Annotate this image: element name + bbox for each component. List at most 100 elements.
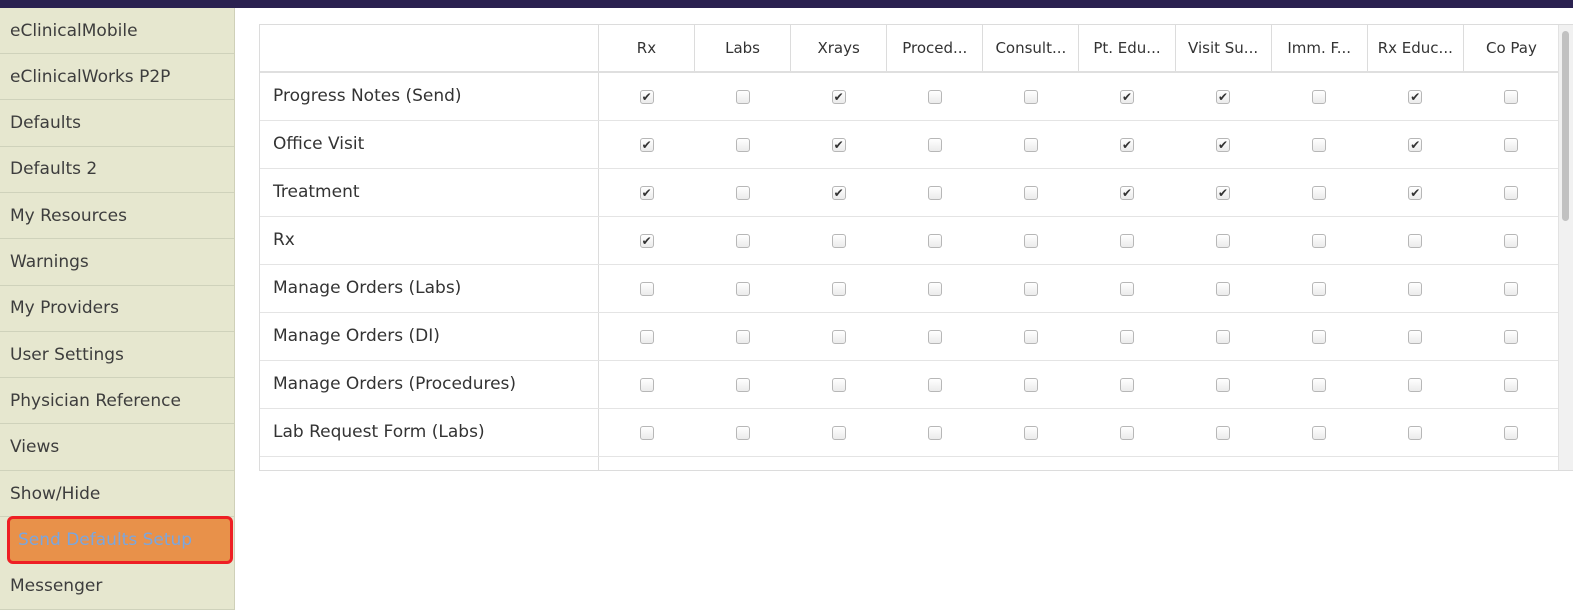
send-checkbox[interactable] <box>1408 426 1423 440</box>
send-checkbox[interactable] <box>1504 234 1519 248</box>
send-checkbox[interactable] <box>1023 330 1038 344</box>
send-checkbox[interactable] <box>1216 330 1231 344</box>
send-checkbox[interactable] <box>1504 426 1519 440</box>
send-checkbox[interactable] <box>1023 234 1038 248</box>
sidebar-item-user-settings[interactable]: User Settings <box>0 332 234 379</box>
send-checkbox[interactable]: ✔ <box>1119 90 1134 105</box>
send-checkbox[interactable] <box>1312 282 1327 296</box>
send-checkbox[interactable] <box>735 378 750 392</box>
send-checkbox[interactable] <box>1312 138 1327 152</box>
column-header[interactable]: Rx Educ... <box>1367 25 1464 73</box>
send-checkbox[interactable] <box>1408 330 1423 344</box>
sidebar-item-show-hide[interactable]: Show/Hide <box>0 471 234 517</box>
send-checkbox[interactable] <box>831 426 846 440</box>
send-checkbox[interactable] <box>1312 186 1327 200</box>
send-checkbox[interactable] <box>1119 378 1134 392</box>
send-checkbox[interactable]: ✔ <box>1408 138 1423 152</box>
send-checkbox[interactable] <box>639 378 654 392</box>
send-checkbox[interactable] <box>831 330 846 344</box>
send-checkbox[interactable] <box>1504 138 1519 152</box>
sidebar-item-physician-reference[interactable]: Physician Reference <box>0 378 234 425</box>
send-checkbox[interactable] <box>1216 378 1231 392</box>
send-checkbox[interactable] <box>735 282 750 296</box>
send-checkbox[interactable] <box>1504 282 1519 296</box>
send-checkbox[interactable] <box>927 330 942 344</box>
send-checkbox[interactable] <box>1504 330 1519 344</box>
sidebar-item-eclinicalmobile[interactable]: eClinicalMobile <box>0 8 234 54</box>
send-checkbox[interactable]: ✔ <box>639 186 654 200</box>
send-checkbox[interactable]: ✔ <box>1216 186 1231 200</box>
send-checkbox[interactable]: ✔ <box>1216 90 1231 105</box>
send-checkbox[interactable] <box>639 282 654 296</box>
column-header[interactable]: Pt. Edu... <box>1078 25 1176 73</box>
sidebar-item-eclinicalworks-p2p[interactable]: eClinicalWorks P2P <box>0 54 234 101</box>
send-checkbox[interactable] <box>927 90 942 105</box>
send-checkbox[interactable] <box>1023 186 1038 200</box>
vertical-scrollbar[interactable] <box>1558 25 1573 470</box>
column-header[interactable]: Xrays <box>790 25 888 73</box>
send-checkbox[interactable] <box>1312 426 1327 440</box>
column-header[interactable]: Co Pay <box>1463 25 1561 73</box>
send-checkbox[interactable] <box>831 378 846 392</box>
column-header[interactable]: Visit Su... <box>1175 25 1272 73</box>
send-checkbox[interactable] <box>927 186 942 200</box>
send-checkbox[interactable]: ✔ <box>1408 90 1423 105</box>
send-checkbox[interactable] <box>1023 378 1038 392</box>
send-checkbox[interactable] <box>1119 282 1134 296</box>
sidebar-item-my-resources[interactable]: My Resources <box>0 193 234 240</box>
send-checkbox[interactable]: ✔ <box>831 90 846 105</box>
send-checkbox[interactable]: ✔ <box>639 90 654 105</box>
send-checkbox[interactable] <box>1216 234 1231 248</box>
send-checkbox[interactable]: ✔ <box>1119 186 1134 200</box>
send-checkbox[interactable] <box>1312 378 1327 392</box>
send-checkbox[interactable] <box>1119 330 1134 344</box>
send-checkbox[interactable] <box>735 138 750 152</box>
send-checkbox[interactable]: ✔ <box>1119 138 1134 152</box>
send-checkbox[interactable] <box>927 234 942 248</box>
send-checkbox[interactable] <box>735 186 750 200</box>
scrollbar-thumb[interactable] <box>1562 31 1569 221</box>
sidebar-item-messenger[interactable]: Messenger <box>0 564 234 610</box>
send-checkbox[interactable] <box>831 234 846 248</box>
send-checkbox[interactable] <box>1023 282 1038 296</box>
send-checkbox[interactable] <box>1023 138 1038 152</box>
sidebar-item-defaults[interactable]: Defaults <box>0 101 234 147</box>
sidebar-item-warnings[interactable]: Warnings <box>0 240 234 286</box>
send-checkbox[interactable] <box>1119 234 1134 248</box>
send-checkbox[interactable] <box>831 282 846 296</box>
send-checkbox[interactable] <box>1408 234 1423 248</box>
send-checkbox[interactable] <box>639 330 654 344</box>
send-checkbox[interactable] <box>1312 234 1327 248</box>
send-checkbox[interactable] <box>927 138 942 152</box>
send-checkbox[interactable] <box>1023 90 1038 105</box>
column-header[interactable]: Imm. F... <box>1271 25 1368 73</box>
send-checkbox[interactable] <box>1504 90 1519 105</box>
column-header[interactable]: Labs <box>694 25 792 73</box>
send-checkbox[interactable]: ✔ <box>831 186 846 200</box>
send-checkbox[interactable] <box>1119 426 1134 440</box>
send-checkbox[interactable]: ✔ <box>831 138 846 152</box>
send-checkbox[interactable] <box>1216 282 1231 296</box>
send-checkbox[interactable]: ✔ <box>1408 186 1423 200</box>
send-checkbox[interactable] <box>735 90 750 105</box>
send-checkbox[interactable] <box>735 234 750 248</box>
send-checkbox[interactable] <box>1504 378 1519 392</box>
send-checkbox[interactable] <box>927 282 942 296</box>
send-checkbox[interactable] <box>1312 90 1327 105</box>
send-checkbox[interactable] <box>639 426 654 440</box>
send-checkbox[interactable] <box>1408 378 1423 392</box>
send-checkbox[interactable] <box>1216 426 1231 440</box>
sidebar-item-views[interactable]: Views <box>0 425 234 471</box>
column-header[interactable]: Consult... <box>982 25 1080 73</box>
send-checkbox[interactable]: ✔ <box>1216 138 1231 152</box>
send-checkbox[interactable] <box>1023 426 1038 440</box>
column-header[interactable]: Proced... <box>886 25 984 73</box>
send-checkbox[interactable] <box>927 426 942 440</box>
sidebar-item-my-providers[interactable]: My Providers <box>0 286 234 332</box>
send-checkbox[interactable] <box>735 330 750 344</box>
send-checkbox[interactable]: ✔ <box>639 234 654 248</box>
send-checkbox[interactable] <box>735 426 750 440</box>
column-header[interactable]: Rx <box>598 25 695 73</box>
send-checkbox[interactable]: ✔ <box>639 138 654 152</box>
sidebar-item-send-defaults-setup[interactable]: Send Defaults Setup <box>7 516 233 565</box>
